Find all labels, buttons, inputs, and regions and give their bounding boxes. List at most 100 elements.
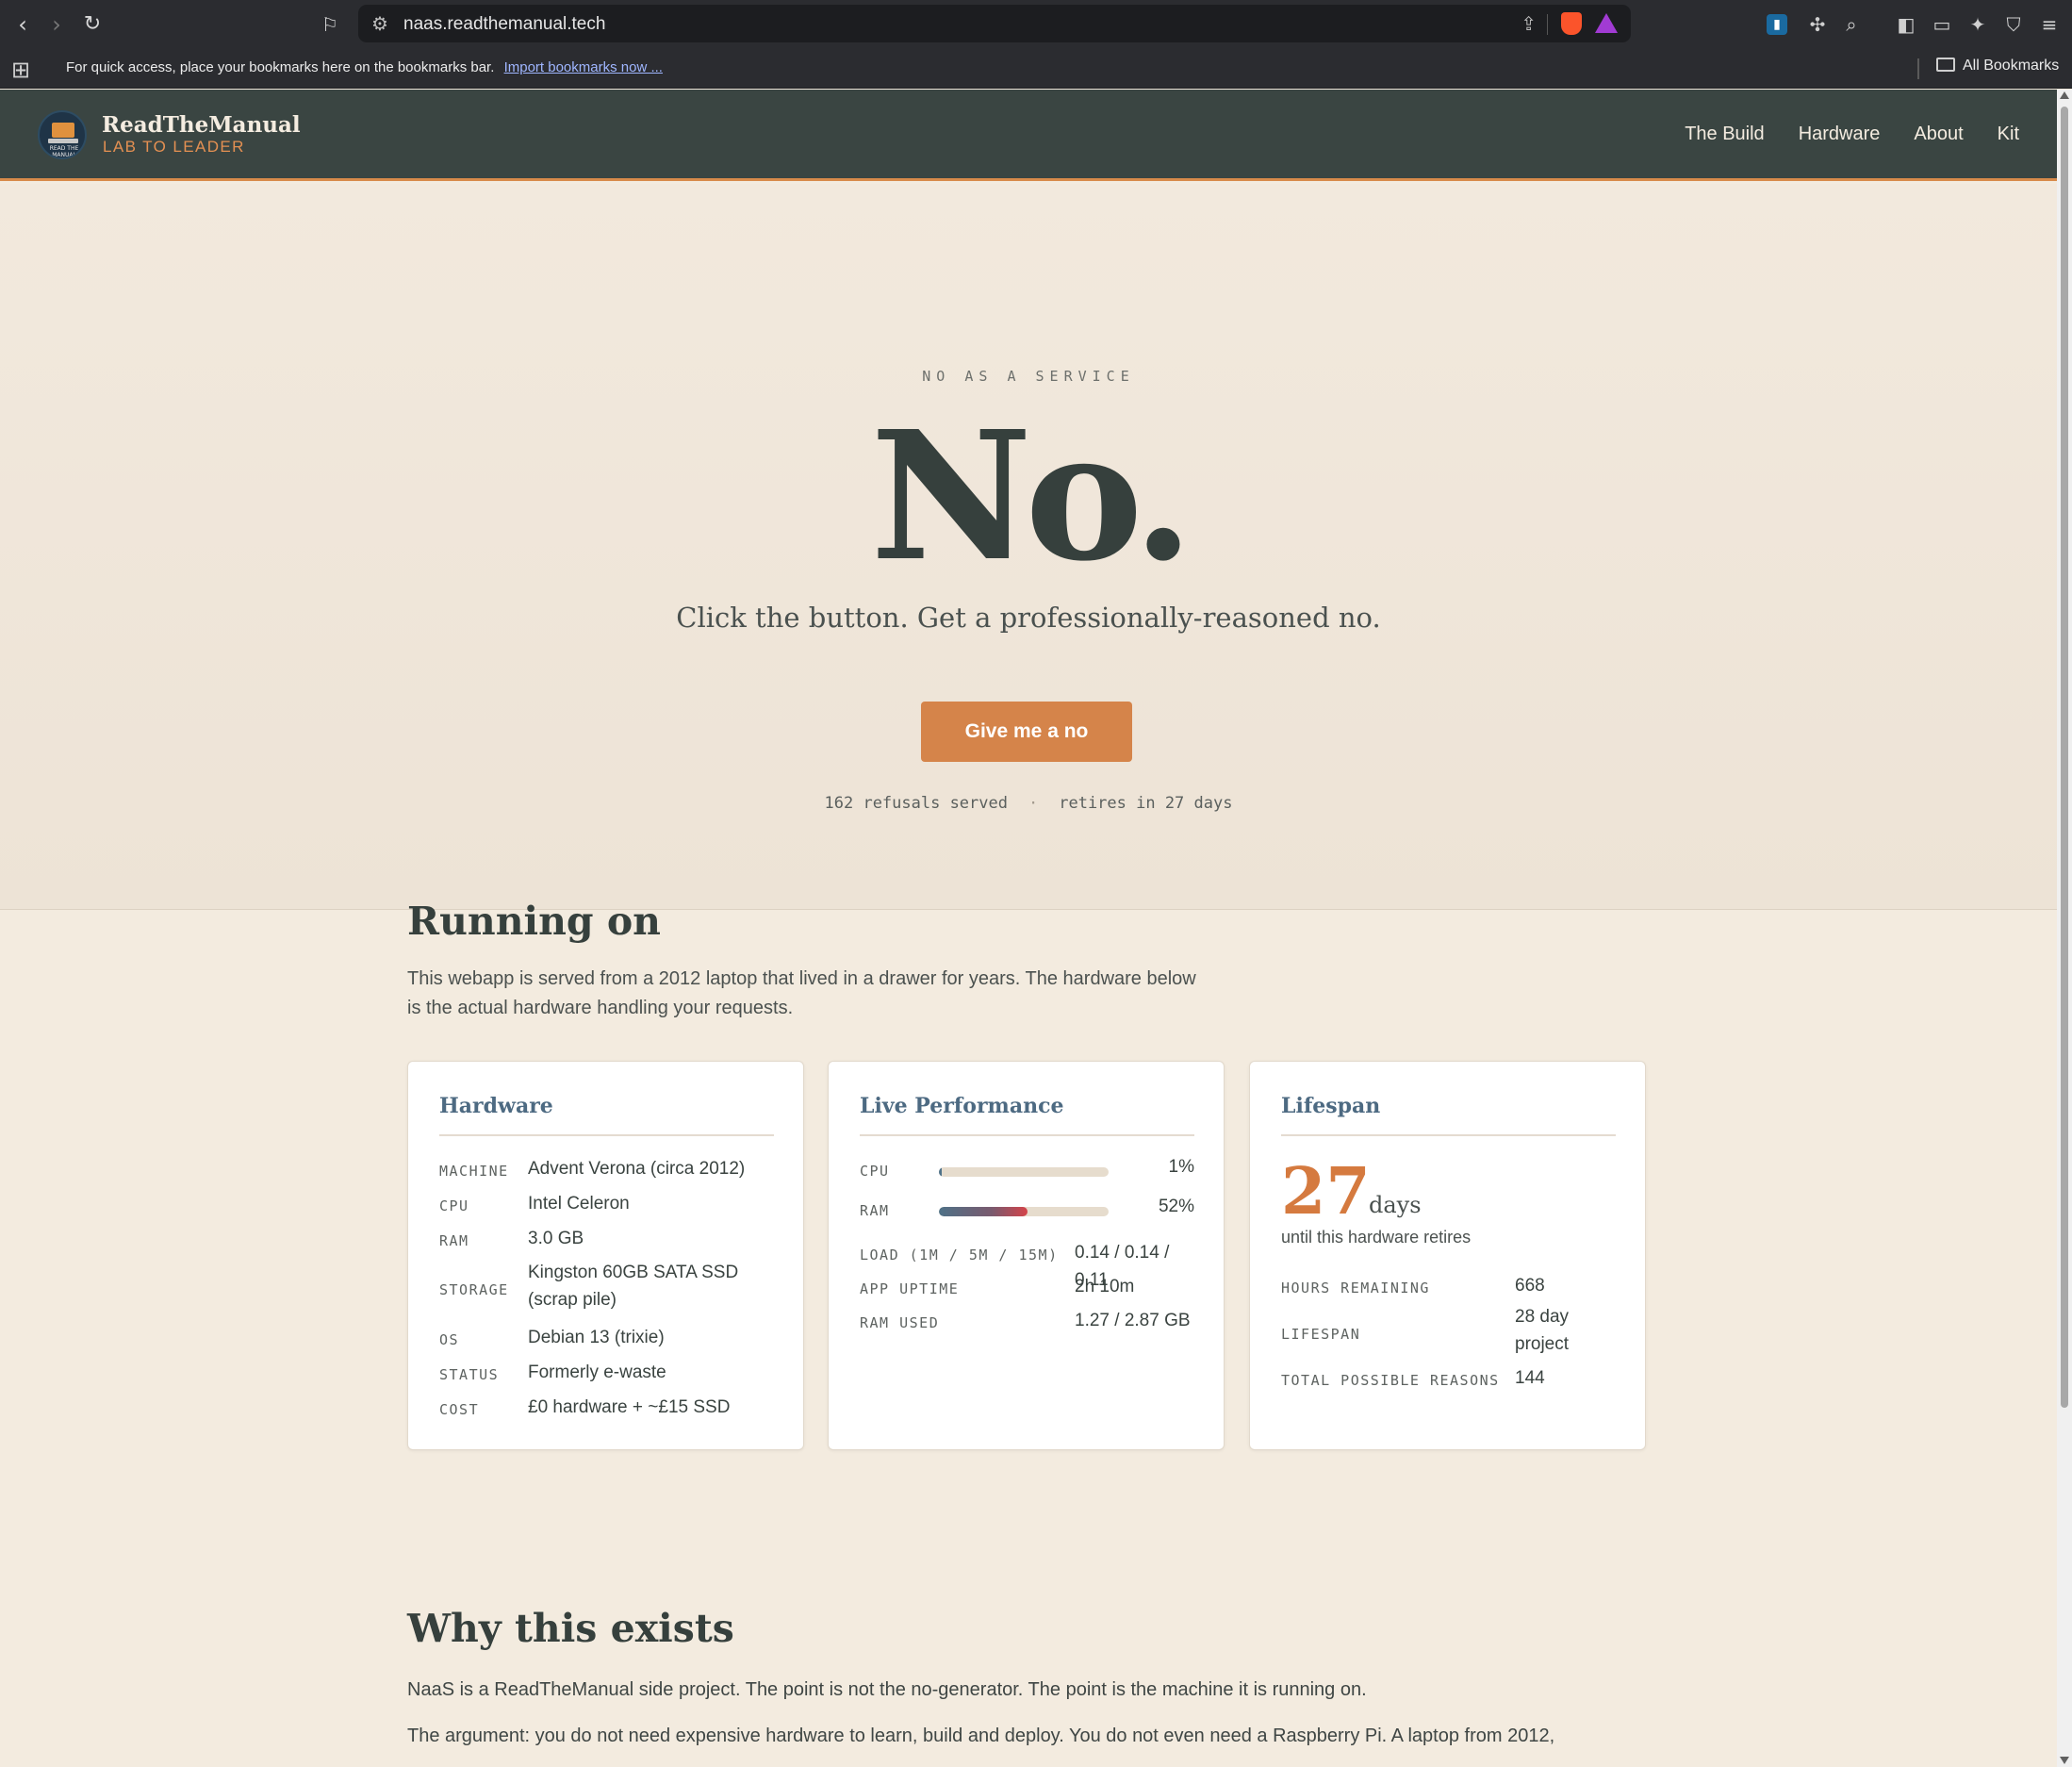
- hero-subtitle: Click the button. Get a professionally-r…: [676, 602, 1381, 634]
- why-heading: Why this exists: [407, 1606, 734, 1651]
- bookmarks-bar: ⊞ For quick access, place your bookmarks…: [0, 49, 2072, 89]
- leo-ai-icon[interactable]: ✦: [1965, 11, 1991, 38]
- extension-icon[interactable]: ▮: [1767, 14, 1787, 35]
- ram-label: RAM: [860, 1202, 890, 1219]
- apps-grid-icon[interactable]: ⊞: [11, 57, 30, 84]
- spec-key: CPU: [439, 1197, 469, 1214]
- perf-key: APP UPTIME: [860, 1280, 960, 1297]
- nav-the-build[interactable]: The Build: [1685, 124, 1765, 145]
- spec-value: 3.0 GB: [528, 1229, 584, 1248]
- folder-icon: [1936, 58, 1955, 72]
- perf-key: RAM USED: [860, 1314, 940, 1331]
- spec-value: Formerly e-waste: [528, 1362, 666, 1382]
- running-on-heading: Running on: [407, 899, 661, 944]
- brave-shields-icon[interactable]: [1561, 12, 1582, 35]
- spec-key: STORAGE: [439, 1281, 509, 1298]
- retires-countdown: retires in 27 days: [1059, 794, 1233, 813]
- cpu-label: CPU: [860, 1163, 890, 1180]
- hero-title: No.: [870, 392, 1193, 601]
- address-bar[interactable]: ⚙ naas.readthemanual.tech ⇪: [358, 5, 1631, 42]
- ram-bar-track: [939, 1207, 1109, 1216]
- lifespan-key: LIFESPAN: [1281, 1326, 1361, 1343]
- cpu-percent: 1%: [1168, 1157, 1194, 1177]
- reload-icon[interactable]: ↻: [79, 11, 106, 38]
- days-remaining-caption: until this hardware retires: [1281, 1228, 1472, 1247]
- brand-tagline: LAB TO LEADER: [103, 138, 245, 156]
- url-text[interactable]: naas.readthemanual.tech: [403, 14, 605, 35]
- all-bookmarks-button[interactable]: All Bookmarks: [1936, 58, 2059, 74]
- site-logo[interactable]: READ THE MANUAL: [38, 110, 87, 159]
- ram-bar-fill: [939, 1207, 1028, 1216]
- spec-key: OS: [439, 1331, 460, 1348]
- scroll-thumb[interactable]: [2061, 107, 2068, 1408]
- all-bookmarks-label: All Bookmarks: [1963, 58, 2060, 74]
- spec-value: Intel Celeron: [528, 1194, 630, 1214]
- hero: NO AS A SERVICE No. Click the button. Ge…: [0, 184, 2057, 910]
- puzzle-icon[interactable]: ✣: [1804, 11, 1831, 38]
- import-bookmarks-link[interactable]: Import bookmarks now ...: [504, 59, 663, 75]
- url-divider: [1547, 14, 1548, 35]
- lifespan-value: 28 day project: [1515, 1307, 1570, 1354]
- nav-kit[interactable]: Kit: [1998, 124, 2019, 145]
- page-viewport: READ THE MANUAL ReadTheManual LAB TO LEA…: [0, 90, 2057, 1767]
- bookmarks-hint: For quick access, place your bookmarks h…: [66, 59, 663, 75]
- site-header: READ THE MANUAL ReadTheManual LAB TO LEA…: [0, 90, 2057, 181]
- card-divider: [439, 1134, 774, 1136]
- lifespan-card: Lifespan 27 days until this hardware ret…: [1249, 1061, 1646, 1450]
- hero-stats: 162 refusals served · retires in 27 days: [0, 794, 2057, 813]
- spec-value: £0 hardware + ~£15 SSD: [528, 1397, 731, 1417]
- lifespan-key: TOTAL POSSIBLE REASONS: [1281, 1372, 1500, 1389]
- perf-value: 1.27 / 2.87 GB: [1075, 1311, 1191, 1330]
- wallet-icon[interactable]: ▭: [1929, 11, 1955, 38]
- nav-about[interactable]: About: [1914, 124, 1963, 145]
- days-remaining-number: 27: [1281, 1154, 1371, 1230]
- hero-eyebrow: NO AS A SERVICE: [922, 368, 1135, 385]
- why-paragraph-2: The argument: you do not need expensive …: [407, 1726, 1555, 1746]
- spec-key: MACHINE: [439, 1163, 509, 1180]
- ram-meter: RAM 52%: [860, 1197, 1194, 1223]
- spec-value: Debian 13 (trixie): [528, 1328, 665, 1347]
- ram-percent: 52%: [1158, 1197, 1194, 1216]
- laptop-base: [48, 139, 78, 143]
- hardware-card-title: Hardware: [439, 1094, 553, 1118]
- spec-value: Advent Verona (circa 2012): [528, 1159, 746, 1179]
- why-paragraph-1: NaaS is a ReadTheManual side project. Th…: [407, 1679, 1367, 1700]
- running-on-section: Running on This webapp is served from a …: [407, 899, 1648, 1023]
- hardware-card: Hardware MACHINE Advent Verona (circa 201…: [407, 1061, 804, 1450]
- spec-key: COST: [439, 1401, 480, 1418]
- card-divider: [860, 1134, 1194, 1136]
- menu-icon[interactable]: ≡: [2036, 11, 2063, 38]
- forward-icon[interactable]: ›: [43, 11, 70, 38]
- scroll-up-arrow-icon[interactable]: [2060, 91, 2069, 99]
- give-me-a-no-button[interactable]: Give me a no: [921, 702, 1132, 762]
- back-icon[interactable]: ‹: [9, 11, 36, 38]
- days-remaining-unit: days: [1369, 1192, 1422, 1218]
- lifespan-key: HOURS REMAINING: [1281, 1280, 1430, 1296]
- browser-toolbar: ‹ › ↻ ⚐ ⚙ naas.readthemanual.tech ⇪ ▮ ✣ …: [0, 0, 2072, 49]
- cpu-meter: CPU 1%: [860, 1157, 1194, 1183]
- brave-rewards-icon[interactable]: [1595, 13, 1618, 33]
- lifespan-value: 668: [1515, 1276, 1545, 1296]
- search-page-icon[interactable]: ⌕: [1838, 11, 1865, 38]
- perf-key: LOAD (1M / 5M / 15M): [860, 1247, 1059, 1263]
- site-settings-icon[interactable]: ⚙: [371, 12, 388, 36]
- brand-name[interactable]: ReadTheManual: [102, 112, 301, 138]
- perf-value: 2h 10m: [1075, 1277, 1135, 1296]
- vpn-shield-icon[interactable]: ⛉: [2000, 11, 2027, 38]
- cpu-bar-track: [939, 1167, 1109, 1177]
- share-icon[interactable]: ⇪: [1521, 12, 1537, 36]
- main-nav: The Build Hardware About Kit: [1685, 124, 2019, 145]
- refusals-count: 162 refusals served: [824, 794, 1008, 813]
- bookmark-icon[interactable]: ⚐: [317, 11, 343, 38]
- spec-key: STATUS: [439, 1366, 500, 1383]
- sidebar-icon[interactable]: ◧: [1893, 11, 1919, 38]
- scroll-down-arrow-icon[interactable]: [2060, 1757, 2069, 1764]
- laptop-icon: [52, 123, 74, 138]
- running-on-lead: This webapp is served from a 2012 laptop…: [407, 968, 1196, 1018]
- cpu-bar-fill: [939, 1167, 942, 1177]
- page-scrollbar[interactable]: [2057, 90, 2072, 1767]
- stats-separator: ·: [1028, 794, 1039, 813]
- lifespan-value: 144: [1515, 1368, 1545, 1388]
- nav-hardware[interactable]: Hardware: [1799, 124, 1881, 145]
- bookmarks-divider: [1917, 58, 1919, 79]
